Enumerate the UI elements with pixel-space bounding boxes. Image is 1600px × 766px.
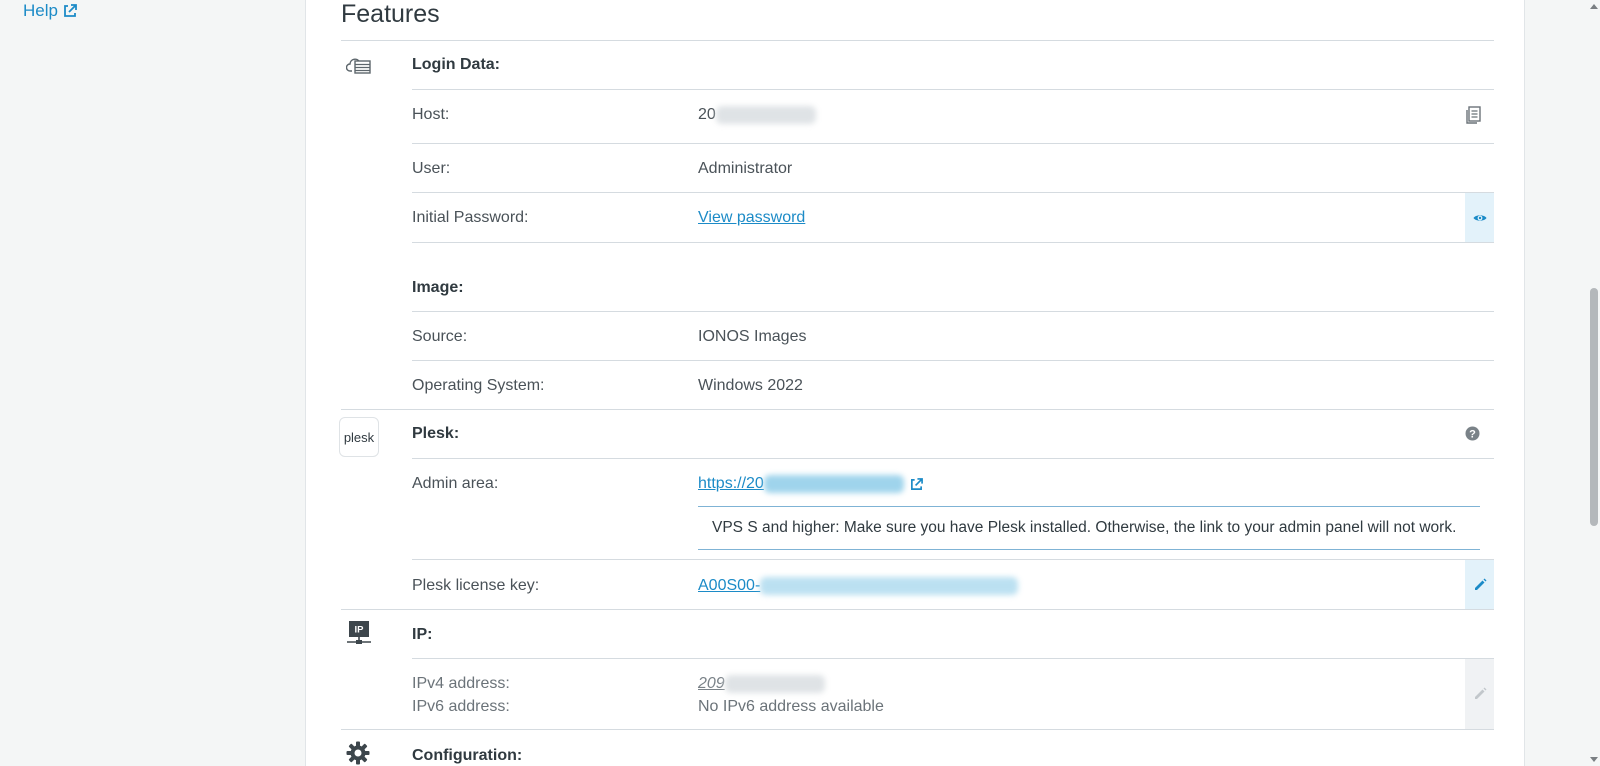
help-label: Help — [23, 1, 58, 20]
redacted — [724, 675, 825, 693]
ipv6-label: IPv6 address: — [412, 698, 510, 715]
info-text: VPS S and higher: Make sure you have Ple… — [712, 519, 1457, 536]
divider — [341, 409, 1494, 410]
divider — [412, 658, 1494, 659]
features-panel: Features Login Data: Host: 20 User: Admi… — [305, 0, 1525, 766]
divider — [412, 242, 1494, 243]
divider — [341, 729, 1494, 730]
ipv4-label: IPv4 address: — [412, 675, 510, 692]
source-value: IONOS Images — [698, 328, 807, 345]
help-icon[interactable]: ? — [1465, 426, 1480, 441]
scrollbar-thumb[interactable] — [1590, 288, 1598, 526]
scroll-down-arrow[interactable] — [1590, 757, 1598, 762]
ipv4-value: 209 — [698, 675, 825, 693]
plesk-info-notice: VPS S and higher: Make sure you have Ple… — [698, 506, 1480, 550]
plesk-title: Plesk: — [412, 425, 460, 442]
password-label: Initial Password: — [412, 209, 529, 226]
ip-network-icon: IP — [347, 621, 371, 644]
redacted — [715, 106, 816, 124]
external-link-icon — [64, 4, 77, 17]
divider — [412, 559, 1494, 560]
divider — [412, 360, 1494, 361]
host-label: Host: — [412, 106, 450, 123]
divider — [412, 311, 1494, 312]
divider — [412, 458, 1494, 459]
edit-icon — [1474, 578, 1486, 590]
svg-text:?: ? — [1469, 428, 1476, 440]
admin-area-link[interactable]: https://20 — [698, 475, 923, 493]
ip-title: IP: — [412, 626, 433, 643]
license-key-label: Plesk license key: — [412, 577, 540, 594]
os-label: Operating System: — [412, 377, 545, 394]
image-title: Image: — [412, 279, 464, 296]
divider — [412, 192, 1494, 193]
divider — [341, 609, 1494, 610]
ipv6-value: No IPv6 address available — [698, 698, 884, 715]
os-value: Windows 2022 — [698, 377, 803, 394]
page-title: Features — [341, 0, 440, 28]
scroll-up-arrow[interactable] — [1590, 4, 1598, 9]
plesk-logo: plesk — [339, 417, 379, 457]
redacted — [760, 577, 1019, 595]
divider — [412, 89, 1494, 90]
help-link[interactable]: Help — [23, 1, 77, 21]
login-data-title: Login Data: — [412, 56, 500, 73]
admin-area-label: Admin area: — [412, 475, 499, 492]
svg-text:IP: IP — [355, 625, 365, 636]
edit-license-button[interactable] — [1465, 560, 1494, 609]
redacted — [763, 475, 904, 493]
cloud-server-icon — [346, 58, 371, 74]
divider — [341, 40, 1494, 41]
user-value: Administrator — [698, 160, 793, 177]
copy-icon[interactable] — [1465, 106, 1481, 124]
view-password-link[interactable]: View password — [698, 209, 805, 227]
eye-icon — [1473, 214, 1486, 221]
scrollbar[interactable] — [1587, 0, 1600, 766]
sidebar: Help — [0, 0, 305, 766]
source-label: Source: — [412, 328, 468, 345]
host-value: 20 — [698, 106, 816, 124]
edit-icon — [1474, 687, 1486, 699]
user-label: User: — [412, 160, 451, 177]
divider — [412, 143, 1494, 144]
external-link-icon — [910, 477, 923, 490]
edit-ip-button[interactable] — [1465, 659, 1494, 729]
gear-icon — [346, 741, 370, 765]
view-password-button[interactable] — [1465, 193, 1494, 242]
configuration-title: Configuration: — [412, 747, 523, 764]
license-key-link[interactable]: A00S00- — [698, 577, 1019, 595]
